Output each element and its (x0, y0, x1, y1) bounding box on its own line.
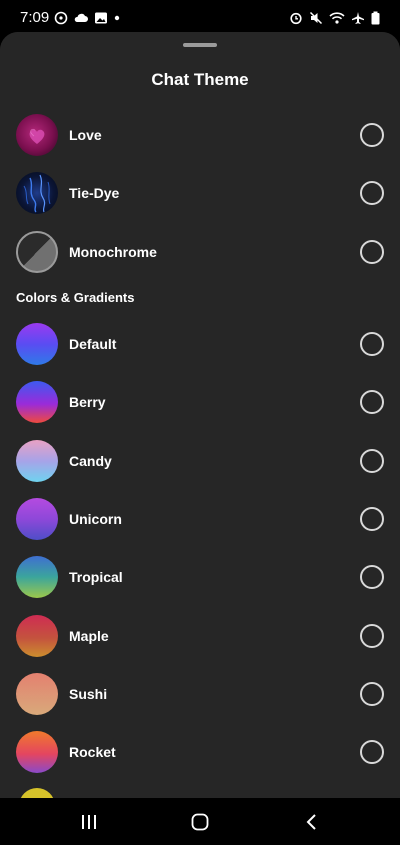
theme-label: Unicorn (69, 510, 122, 527)
sheet-title: Chat Theme (151, 70, 249, 89)
recent-apps-icon (82, 815, 96, 829)
theme-label: Love (69, 127, 102, 144)
love-swatch (16, 114, 58, 157)
dot-icon (114, 15, 120, 21)
tropical-swatch (16, 556, 58, 599)
battery-icon (371, 11, 380, 25)
theme-radio[interactable] (360, 332, 384, 357)
theme-radio[interactable] (360, 239, 384, 264)
theme-label: Monochrome (69, 243, 157, 260)
back-icon (306, 814, 316, 830)
candy-swatch (16, 439, 58, 482)
alarm-icon (290, 12, 302, 25)
monochrome-swatch (16, 230, 58, 273)
theme-row-candy[interactable]: Candy (0, 431, 400, 489)
home-icon (191, 813, 209, 831)
theme-row-default[interactable]: Default (0, 315, 400, 373)
status-left-icons (54, 11, 121, 25)
theme-label: Sushi (69, 685, 108, 702)
theme-radio[interactable] (360, 506, 384, 531)
tie-dye-pattern-icon (23, 175, 51, 213)
drag-handle[interactable] (183, 43, 217, 47)
theme-list: Love Tie-Dye Monochrome Colors & Gradien… (0, 106, 400, 781)
cloud-icon (74, 13, 88, 22)
theme-label: Default (69, 336, 117, 353)
status-right-icons (289, 11, 380, 25)
theme-radio[interactable] (360, 623, 384, 648)
reminder-icon (54, 11, 68, 25)
default-swatch (16, 323, 58, 366)
theme-label: Candy (69, 452, 112, 469)
theme-label: Maple (69, 627, 109, 644)
status-time: 7:09 (20, 9, 50, 26)
wifi-icon (329, 12, 345, 24)
theme-radio[interactable] (360, 181, 384, 206)
theme-row-maple[interactable]: Maple (0, 606, 400, 664)
theme-row-tie-dye[interactable]: Tie-Dye (0, 164, 400, 222)
theme-radio[interactable] (360, 681, 384, 706)
gallery-icon (95, 12, 107, 24)
theme-radio[interactable] (360, 565, 384, 590)
heart-icon (29, 128, 45, 145)
airplane-icon (352, 12, 364, 24)
status-bar: 7:09 (0, 0, 400, 36)
maple-swatch (16, 614, 58, 657)
theme-row-rocket[interactable]: Rocket (0, 723, 400, 781)
home-button[interactable] (180, 808, 220, 836)
chat-theme-sheet: Chat Theme Love Tie-Dye Monochrome Color… (0, 32, 400, 798)
berry-swatch (16, 381, 58, 424)
theme-label: Tie-Dye (69, 185, 120, 202)
theme-label: Berry (69, 394, 106, 411)
theme-radio[interactable] (360, 123, 384, 148)
tie-dye-swatch (16, 172, 58, 215)
theme-label: Tropical (69, 569, 123, 586)
theme-row-sushi[interactable]: Sushi (0, 665, 400, 723)
theme-row-berry[interactable]: Berry (0, 373, 400, 431)
recent-apps-button[interactable] (69, 808, 109, 836)
unicorn-swatch (16, 497, 58, 540)
theme-row-monochrome[interactable]: Monochrome (0, 223, 400, 281)
section-header-colors-gradients: Colors & Gradients (16, 290, 135, 306)
theme-row-unicorn[interactable]: Unicorn (0, 490, 400, 548)
theme-radio[interactable] (360, 390, 384, 415)
sushi-swatch (16, 672, 58, 715)
theme-label: Rocket (69, 744, 116, 761)
theme-row-tropical[interactable]: Tropical (0, 548, 400, 606)
theme-row-love[interactable]: Love (0, 106, 400, 164)
system-nav-bar (0, 798, 400, 845)
back-button[interactable] (292, 808, 332, 836)
partial-theme-swatch-bottom (19, 788, 55, 798)
theme-radio[interactable] (360, 740, 384, 765)
mute-icon (309, 11, 323, 25)
rocket-swatch (16, 731, 58, 774)
theme-radio[interactable] (360, 448, 384, 473)
